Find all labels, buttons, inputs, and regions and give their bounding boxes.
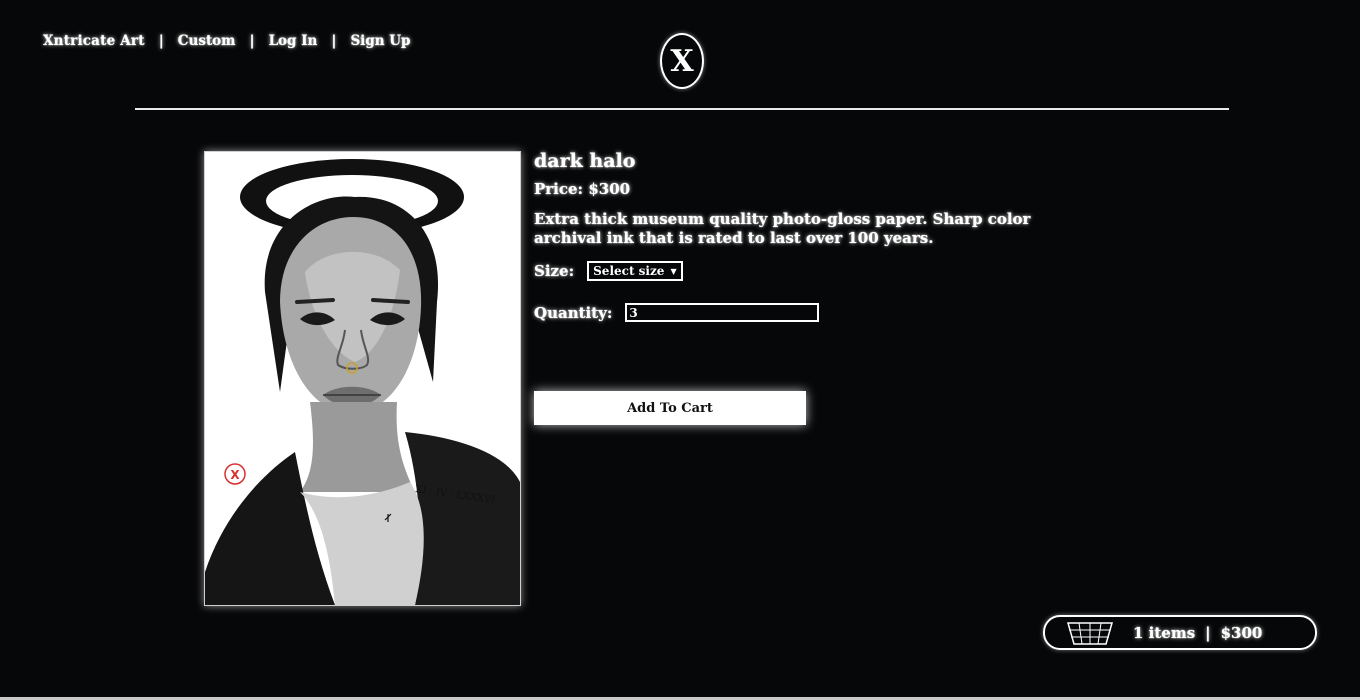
cart-separator: | (1205, 623, 1211, 642)
header-divider (135, 108, 1229, 110)
size-row: Size: Select size ▼ (534, 261, 1064, 281)
watermark-letter: X (230, 468, 240, 482)
x-circle-logo[interactable]: X (660, 33, 704, 89)
cart-total: $300 (1220, 623, 1263, 642)
nav-link-login[interactable]: Log In (269, 33, 318, 49)
brand-link[interactable]: Xntricate Art (43, 33, 145, 49)
nav-link-custom[interactable]: Custom (178, 33, 236, 49)
shopping-basket-icon (1065, 620, 1115, 646)
nav-separator: | (249, 33, 255, 49)
quantity-row: Quantity: (534, 303, 1064, 322)
product-image: XI · IV · LXXXVI X (204, 151, 521, 606)
size-select[interactable]: Select size ▼ (587, 261, 683, 281)
cart-summary[interactable]: 1 items | $300 (1043, 615, 1317, 650)
caret-down-icon: ▼ (670, 266, 677, 276)
add-to-cart-button[interactable]: Add To Cart (534, 391, 806, 425)
top-nav: Xntricate Art | Custom | Log In | Sign U… (43, 33, 424, 49)
nav-separator: | (158, 33, 164, 49)
quantity-input[interactable] (625, 303, 820, 322)
nav-separator: | (331, 33, 337, 49)
portrait-illustration: XI · IV · LXXXVI X (205, 152, 520, 605)
size-label: Size: (534, 262, 575, 280)
product-price: Price: $300 (534, 180, 631, 198)
product-description: Extra thick museum quality photo-gloss p… (534, 210, 1031, 247)
product-details: dark halo Price: $300 Extra thick museum… (534, 150, 1064, 322)
size-select-value: Select size (593, 264, 665, 278)
logo-letter: X (670, 43, 694, 79)
cart-item-count: 1 items (1133, 623, 1196, 642)
product-title: dark halo (534, 150, 636, 172)
quantity-label: Quantity: (534, 303, 613, 322)
nav-link-signup[interactable]: Sign Up (350, 33, 410, 49)
